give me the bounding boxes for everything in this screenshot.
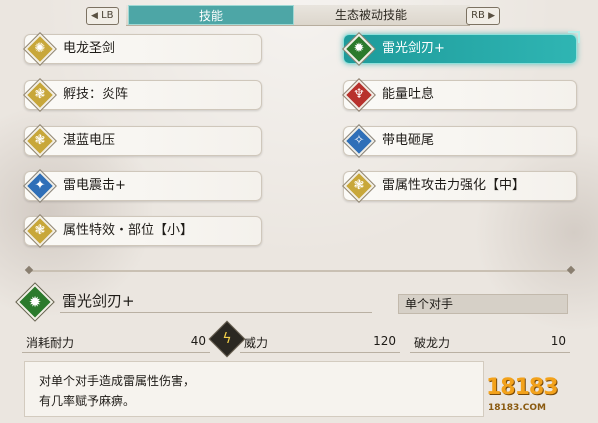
skill-description: 对单个对手造成雷属性伤害， 有几率赋予麻痹。: [24, 361, 484, 417]
detail-title-underline: [60, 312, 372, 313]
detail-title: 雷光剑刃+: [62, 292, 135, 310]
skill-item-3[interactable]: ✦ 雷电震击+: [23, 169, 262, 203]
stat-stamina-cost: 消耗耐力 40: [22, 334, 210, 353]
skill-item-4[interactable]: ❃ 属性特效・部位【小】: [23, 214, 262, 248]
thunder-strike-icon: ✦: [23, 169, 57, 203]
rb-shoulder-button[interactable]: RB ▶: [466, 7, 500, 25]
lightning-bolt-icon: ϟ: [222, 331, 232, 347]
wirebug-skill-icon: ❃: [23, 214, 57, 248]
target-badge: 单个对手: [398, 294, 568, 314]
skill-item-0[interactable]: ✺ 电龙圣剑: [23, 32, 262, 66]
stat-dragon-break: 破龙力 10: [410, 334, 570, 353]
lb-shoulder-button[interactable]: ◀ LB: [86, 7, 119, 25]
tab-ecology-passive[interactable]: 生态被动技能: [296, 5, 446, 25]
section-divider: [30, 270, 570, 272]
skill-tab-bar: ◀ LB 技能 生态被动技能 RB ▶: [86, 5, 500, 26]
skill-item-5[interactable]: ♆ 能量吐息: [342, 78, 577, 112]
skill-item-selected[interactable]: ✹ 雷光剑刃+: [342, 31, 580, 66]
chevron-left-icon: ◀: [91, 11, 98, 21]
skill-item-2[interactable]: ❃ 湛蓝电压: [23, 124, 262, 158]
wirebug-skill-icon: ❃: [23, 124, 57, 158]
watermark-logo: 18183 18183.COM: [486, 375, 559, 413]
chevron-right-icon: ▶: [488, 11, 495, 21]
skill-item-7[interactable]: ❃ 雷属性攻击力强化【中】: [342, 169, 577, 203]
tab-skills[interactable]: 技能: [128, 5, 294, 25]
breath-skill-icon: ♆: [342, 78, 376, 112]
sword-skill-icon: ✺: [23, 32, 57, 66]
lightning-blade-icon: ✹: [342, 32, 376, 66]
skill-item-6[interactable]: ✧ 带电砸尾: [342, 124, 577, 158]
tail-slam-icon: ✧: [342, 124, 376, 158]
wirebug-skill-icon: ❃: [23, 78, 57, 112]
skill-item-1[interactable]: ❃ 孵技：炎阵: [23, 78, 262, 112]
wirebug-skill-icon: ❃: [342, 169, 376, 203]
lightning-blade-icon: ✹: [16, 283, 54, 321]
stat-power: 威力 120: [240, 334, 400, 353]
